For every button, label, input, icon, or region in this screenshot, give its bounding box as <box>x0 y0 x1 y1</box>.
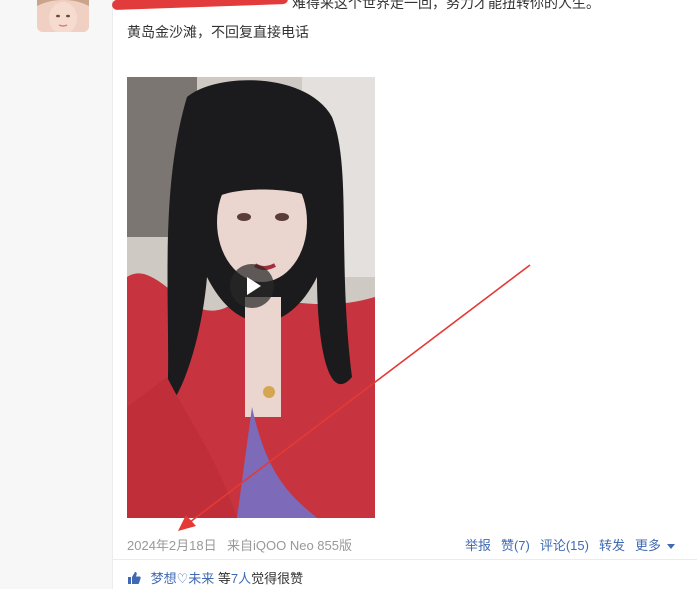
post-actions: 举报 赞(7) 评论(15) 转发 更多 <box>465 535 675 554</box>
play-button[interactable] <box>230 264 274 308</box>
post-meta-row: 2024年2月18日 来自iQOO Neo 855版 举报 赞(7) 评论(15… <box>127 533 687 553</box>
like-link[interactable]: 赞(7) <box>501 535 530 554</box>
post-date[interactable]: 2024年2月18日 <box>127 535 217 554</box>
divider <box>112 559 697 560</box>
chevron-down-icon <box>667 544 675 550</box>
post-text-line-1: 难得来这个世界走一回，努力才能扭转你的人生。 <box>292 0 600 11</box>
thumbs-up-icon <box>128 572 141 584</box>
likes-prefix: 等 <box>217 571 231 586</box>
post-text-line-2: 黄岛金沙滩，不回复直接电话 <box>127 24 309 40</box>
report-link[interactable]: 举报 <box>465 535 491 554</box>
left-gutter <box>0 0 112 589</box>
column-divider <box>112 0 113 589</box>
avatar[interactable] <box>37 0 89 32</box>
more-menu[interactable]: 更多 <box>635 535 675 554</box>
post-source: 来自iQOO Neo 855版 <box>227 538 352 553</box>
likes-suffix: 觉得很赞 <box>251 571 304 586</box>
liker-name[interactable]: 梦想♡未来 <box>151 571 215 586</box>
repost-link[interactable]: 转发 <box>599 535 625 554</box>
more-label: 更多 <box>634 538 661 553</box>
likes-summary: 梦想♡未来 等7人觉得很赞 <box>127 568 303 587</box>
comment-link[interactable]: 评论(15) <box>540 535 589 554</box>
likes-count[interactable]: 7人 <box>231 571 251 586</box>
